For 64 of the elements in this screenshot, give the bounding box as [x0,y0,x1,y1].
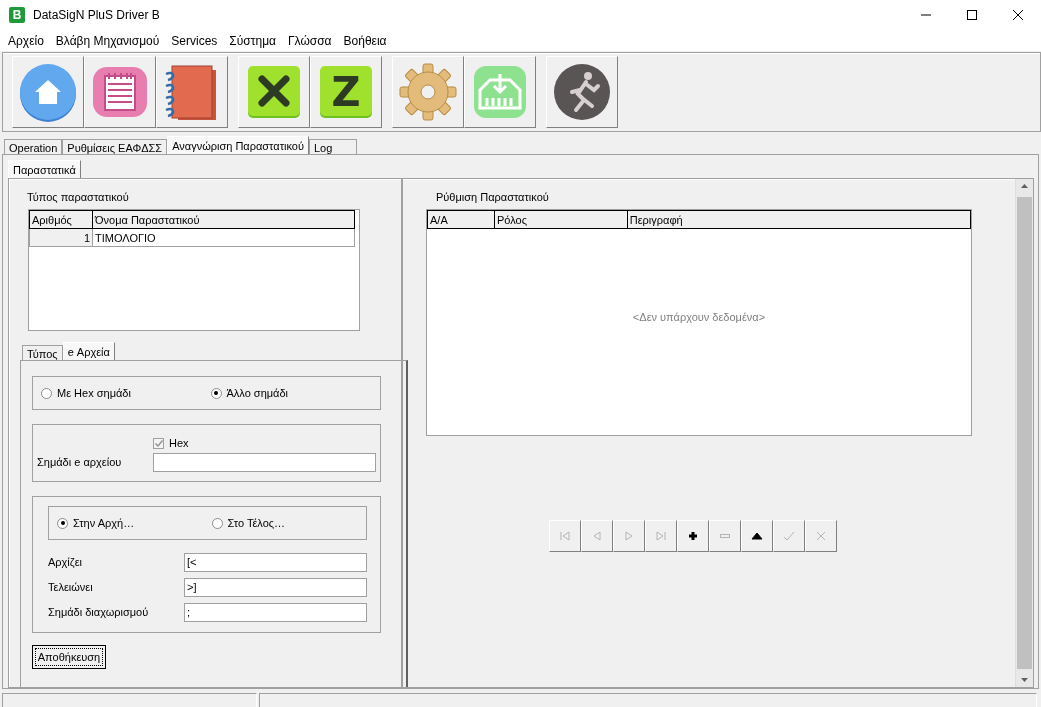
checkbox-label: Hex [169,437,189,449]
input-field[interactable]: ; [184,602,367,622]
up-triangle-icon [751,530,763,542]
radio-button[interactable] [41,387,52,399]
field-label: Σημάδι e αρχείου [37,456,123,468]
radio-label: Στο Τέλος… [227,517,286,529]
tab[interactable]: Ρυθμίσεις ΕΑΦΔΣΣ [62,139,168,154]
table-cell: ΤΙΜΟΛΟΓΙΟ [92,228,355,247]
toolbar-button[interactable] [546,56,618,128]
app-logo: B [9,7,25,23]
menu-item[interactable]: Σύστημα [223,33,282,48]
input-field[interactable] [153,452,376,472]
navigator-button[interactable] [677,520,709,552]
tab[interactable]: Παραστατικά [8,160,81,178]
tab[interactable]: Log [308,139,358,154]
radio-button[interactable] [211,517,223,529]
vertical-scrollbar[interactable] [1015,179,1033,687]
previous-icon [591,530,603,542]
menu-item[interactable]: Αρχείο [2,33,50,48]
radio-button[interactable] [210,387,222,399]
gear-icon [398,62,458,122]
menu-item[interactable]: Βοήθεια [337,33,393,48]
runner-icon [552,62,612,122]
save-button[interactable]: Αποθήκευση [32,645,106,669]
field-label: Τελειώνει [48,581,94,593]
toolbar-button[interactable] [238,56,310,128]
check-icon [783,530,795,542]
menu-item[interactable]: Γλώσσα [282,33,338,48]
first-icon [559,530,571,542]
toolbar-button[interactable]: Z [310,56,382,128]
column-header[interactable]: Ρόλος [494,210,628,229]
close-icon [1013,10,1023,20]
column-header[interactable]: Αριθμός [29,210,93,229]
input-field[interactable]: [< [184,552,367,572]
tab[interactable]: Τύπος [22,345,63,360]
radio-label: Στην Αρχή… [73,517,135,529]
tab[interactable]: Αναγνώριση Παραστατικού [167,136,309,154]
menu-item[interactable]: Βλάβη Μηχανισμού [49,33,166,48]
menu-item[interactable]: Services [165,33,224,48]
field-label: Σημάδι διαχωρισμού [48,606,150,618]
tab[interactable]: e Αρχεία [62,342,115,360]
empty-message: <Δεν υπάρχουν δεδομένα> [631,310,767,325]
next-icon [623,530,635,542]
column-header[interactable]: Περιγραφή [627,210,971,229]
radio-button[interactable] [57,517,68,529]
scroll-up-arrow-icon[interactable] [1021,184,1028,188]
navigator-button[interactable] [741,520,773,552]
input-field[interactable]: >] [184,577,367,597]
group-title: Ρύθμιση Παραστατικού [436,191,549,205]
radio-label: Άλλο σημάδι [226,387,289,399]
column-header[interactable]: Όνομα Παραστατικού [92,210,355,229]
plus-icon [687,530,699,542]
last-icon [655,530,667,542]
home-icon [18,62,78,122]
cross-icon [815,530,827,542]
field-label: Αρχίζει [48,556,83,568]
maximize-icon [967,10,977,20]
column-header[interactable]: Α/Α [427,210,495,229]
toolbar-button[interactable] [156,56,228,128]
tab[interactable]: Operation [4,139,63,154]
scroll-down-arrow-icon[interactable] [1021,678,1028,682]
group-title: Τύπος παραστατικού [27,191,130,205]
window-title: DataSigN PluS Driver B [33,8,161,22]
radio-label: Με Hex σημάδι [57,387,131,399]
